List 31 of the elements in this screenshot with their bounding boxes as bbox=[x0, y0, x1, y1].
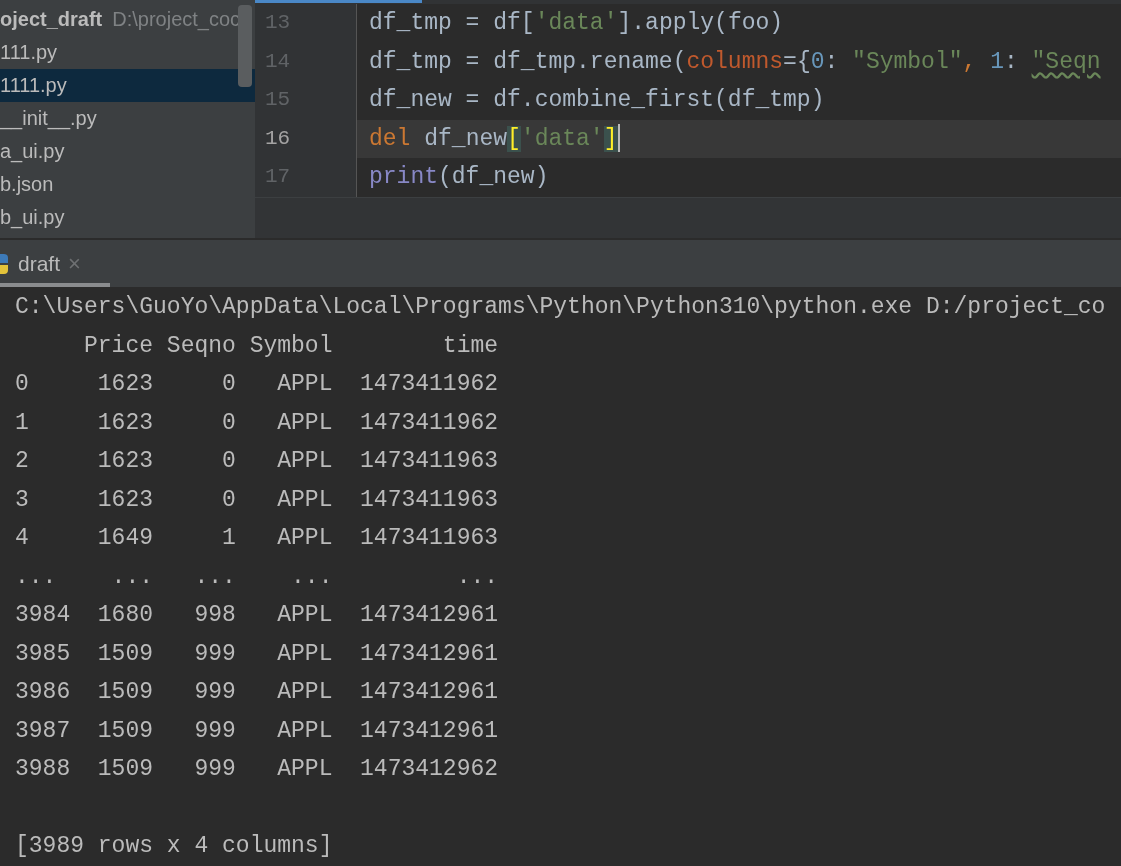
console-line: Price Seqno Symbol time bbox=[83, 332, 499, 359]
console-line: 0 1623 0 APPL 1473411962 bbox=[15, 371, 499, 397]
console-line: C:\Users\GuoYo\AppData\Local\Programs\Python\Python310\python.exe D:/project_co bbox=[15, 294, 1106, 320]
console-line: 3987 1509 999 APPL 1473412961 bbox=[15, 717, 499, 744]
code-line: print(df_new) bbox=[368, 163, 550, 192]
code-line: del df_new['data'] bbox=[368, 123, 621, 155]
file-item[interactable]: b.json bbox=[0, 168, 255, 201]
console-line: 2 1623 0 APPL 1473411963 bbox=[15, 448, 499, 474]
code-line: df_tmp = df['data'].apply(foo) bbox=[368, 9, 785, 38]
code-line: df_tmp = df_tmp.rename(columns={0: "Symbol", 1: "Seqn bbox=[368, 47, 1102, 77]
console-line: [3989 rows x 4 columns] bbox=[15, 833, 333, 859]
console-line: 3986 1509 999 APPL 1473412961 bbox=[15, 679, 499, 705]
file-item[interactable]: 111.py bbox=[0, 36, 255, 69]
console-line: 3984 1680 998 APPL 1473412961 bbox=[15, 602, 499, 628]
console-line: 3 1623 0 APPL 1473411963 bbox=[15, 486, 499, 513]
console-line: 3988 1509 999 APPL 1473412962 bbox=[15, 756, 499, 782]
console-line: 4 1649 1 APPL 1473411963 bbox=[15, 525, 499, 551]
file-item[interactable]: a_ui.py bbox=[0, 135, 255, 168]
file-item[interactable]: b_ui.py bbox=[0, 201, 255, 234]
console-line: ... ... ... ... ... bbox=[15, 563, 499, 590]
python-icon bbox=[0, 251, 10, 276]
scrollbar-thumb[interactable] bbox=[238, 5, 252, 87]
project-path: D:\project_coc bbox=[112, 7, 241, 33]
console-line: 1 1623 0 APPL 1473411962 bbox=[15, 409, 499, 436]
run-tab[interactable]: draft × bbox=[0, 240, 91, 287]
file-item[interactable]: __init__.py bbox=[0, 102, 255, 135]
code-line: df_new = df.combine_first(df_tmp) bbox=[368, 86, 826, 115]
project-name: oject_draft bbox=[0, 7, 103, 32]
line-number: 16 bbox=[265, 126, 291, 150]
file-item[interactable]: 1111.py bbox=[0, 69, 255, 102]
console-line: 3985 1509 999 APPL 1473412961 bbox=[15, 640, 499, 667]
